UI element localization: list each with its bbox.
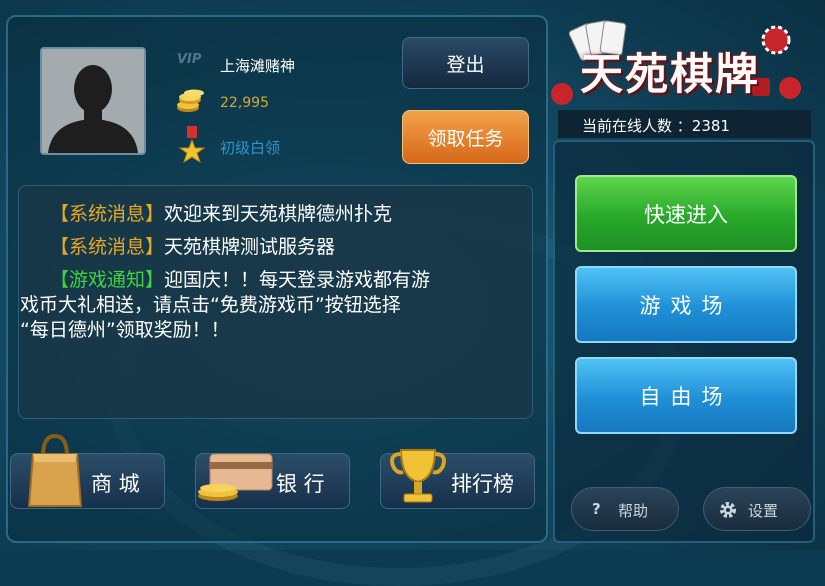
avatar[interactable]	[40, 47, 146, 155]
user-name: 上海滩赌神	[220, 57, 296, 75]
shop-label: 商 城	[91, 472, 140, 496]
message-item-3-line3: “每日德州”领取奖励！！	[20, 319, 230, 341]
gear-icon	[720, 502, 736, 518]
message-tag: 【系统消息】	[50, 236, 165, 258]
help-label: 帮助	[618, 502, 649, 520]
shop-button[interactable]: 商 城	[10, 433, 165, 509]
leaderboard-button[interactable]: 排行榜	[380, 449, 535, 509]
coin-amount: 22,995	[220, 95, 269, 111]
vip-label: VIP	[177, 52, 202, 67]
leaderboard-label: 排行榜	[451, 472, 514, 496]
message-text: 欢迎来到天苑棋牌德州扑克	[164, 203, 393, 225]
rank-medal-icon	[179, 126, 205, 164]
message-tag: 【游戏通知】	[50, 269, 165, 291]
settings-button[interactable]: 设置	[703, 487, 811, 531]
logo-title: 天苑棋牌	[580, 50, 760, 100]
bank-button[interactable]: 银 行	[195, 453, 350, 509]
coins-icon	[177, 89, 204, 112]
message-tag: 【系统消息】	[50, 203, 165, 225]
question-icon: ?	[592, 500, 601, 518]
message-item-3-line2: 戏币大礼相送，请点击“免费游戏币”按钮选择	[20, 294, 401, 316]
settings-label: 设置	[748, 502, 779, 520]
logout-button[interactable]: 登出	[402, 37, 529, 89]
bank-label: 银 行	[276, 472, 325, 496]
message-item-2: 【系统消息】天苑棋牌测试服务器	[50, 232, 335, 259]
free-room-button[interactable]: 自由场	[575, 357, 797, 434]
online-label: 当前在线人数 ：	[582, 117, 692, 135]
message-text: 天苑棋牌测试服务器	[164, 236, 336, 258]
trophy-icon	[390, 449, 446, 503]
quick-enter-button[interactable]: 快速进入	[575, 175, 797, 252]
message-item-3: 【游戏通知】迎国庆！！每天登录游戏都有游	[50, 265, 430, 292]
message-item-1: 【系统消息】欢迎来到天苑棋牌德州扑克	[50, 199, 392, 226]
online-count-bar: 当前在线人数 ：2381	[558, 110, 811, 138]
shopping-bag-icon	[27, 433, 83, 507]
bank-card-icon	[198, 453, 273, 501]
help-button[interactable]: ? 帮助	[571, 487, 679, 531]
claim-task-button[interactable]: 领取任务	[402, 110, 529, 164]
message-text: 迎国庆！！每天登录游戏都有游	[164, 269, 431, 291]
online-count: 2381	[691, 117, 730, 135]
rank-name: 初级白领	[220, 139, 281, 157]
game-room-button[interactable]: 游戏场	[575, 266, 797, 343]
avatar-silhouette-icon	[42, 49, 144, 153]
